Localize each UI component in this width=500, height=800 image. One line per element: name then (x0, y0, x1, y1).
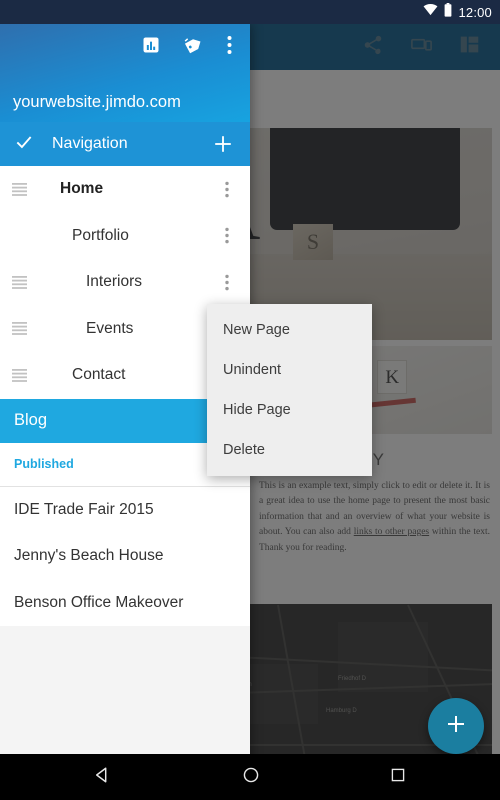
menu-item-label: Unindent (223, 362, 282, 378)
screen: DESIGN A S K (0, 0, 500, 800)
site-url[interactable]: yourwebsite.jimdo.com (13, 93, 181, 112)
battery-icon (444, 2, 452, 22)
drag-handle-icon[interactable] (12, 275, 38, 289)
blog-label: Blog (14, 411, 48, 429)
published-label: Published (14, 457, 74, 471)
blog-post-title: Benson Office Makeover (14, 593, 184, 611)
page-row-home[interactable]: Home (0, 166, 250, 213)
drag-handle-icon[interactable] (12, 322, 38, 336)
menu-item-label: Hide Page (223, 402, 291, 418)
page-row-interiors[interactable]: Interiors (0, 259, 250, 306)
add-page-button[interactable] (210, 133, 236, 155)
menu-item-label: New Page (223, 322, 290, 338)
blog-post-row[interactable]: Jenny's Beach House (0, 533, 250, 580)
navigation-section-header[interactable]: Navigation (0, 122, 250, 166)
drawer-toolbar (0, 24, 250, 70)
drag-handle-icon[interactable] (12, 368, 38, 382)
statistics-icon[interactable] (141, 35, 161, 60)
page-label: Interiors (86, 273, 142, 291)
blog-post-list: IDE Trade Fair 2015 Jenny's Beach House … (0, 486, 250, 626)
blog-post-title: IDE Trade Fair 2015 (14, 500, 154, 518)
page-overflow-icon[interactable] (216, 181, 238, 198)
menu-item-delete[interactable]: Delete (207, 430, 372, 470)
status-bar: 12:00 (0, 0, 500, 24)
page-label: Home (60, 180, 104, 198)
wifi-icon (423, 3, 438, 21)
menu-item-unindent[interactable]: Unindent (207, 350, 372, 390)
back-triangle-icon[interactable] (94, 766, 112, 789)
page-label: Portfolio (72, 226, 129, 244)
blog-post-row[interactable]: IDE Trade Fair 2015 (0, 486, 250, 533)
drawer-header: yourwebsite.jimdo.com (0, 24, 250, 122)
plus-icon (444, 712, 468, 741)
home-circle-icon[interactable] (242, 766, 260, 789)
status-bar-clock: 12:00 (458, 4, 492, 20)
page-overflow-icon[interactable] (216, 227, 238, 244)
check-icon (14, 132, 44, 157)
menu-item-hide-page[interactable]: Hide Page (207, 390, 372, 430)
drag-handle-icon[interactable] (12, 182, 38, 196)
page-label: Events (86, 319, 134, 337)
menu-item-label: Delete (223, 442, 265, 458)
android-navigation-bar (0, 754, 500, 800)
recents-square-icon[interactable] (390, 767, 406, 788)
menu-item-new-page[interactable]: New Page (207, 310, 372, 350)
navigation-label: Navigation (52, 135, 128, 152)
page-label: Contact (72, 366, 126, 384)
page-overflow-icon[interactable] (216, 274, 238, 291)
add-fab[interactable] (428, 698, 484, 754)
page-context-menu: New Page Unindent Hide Page Delete (207, 304, 372, 476)
blog-post-title: Jenny's Beach House (14, 547, 164, 565)
page-row-portfolio[interactable]: Portfolio (0, 213, 250, 260)
blog-post-row[interactable]: Benson Office Makeover (0, 579, 250, 626)
overflow-menu-icon[interactable] (227, 35, 232, 60)
tags-icon[interactable] (183, 34, 205, 61)
